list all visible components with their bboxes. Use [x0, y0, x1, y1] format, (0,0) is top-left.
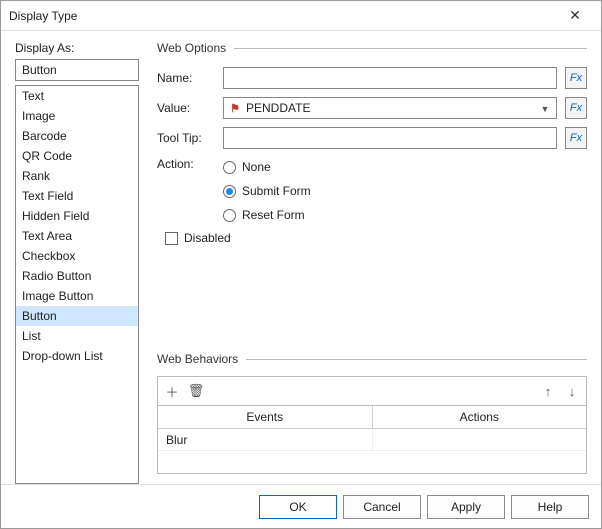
- web-behaviors-title: Web Behaviors: [157, 352, 238, 366]
- name-fx-button[interactable]: Fx: [565, 67, 587, 89]
- radio-icon: [223, 209, 236, 222]
- value-select[interactable]: ⚑ PENDDATE ▼: [223, 97, 557, 119]
- vertical-spacer: [157, 245, 587, 342]
- display-as-input[interactable]: Button: [15, 59, 139, 81]
- tooltip-input[interactable]: [223, 127, 557, 149]
- display-as-label: Display As:: [15, 41, 139, 55]
- name-label: Name:: [157, 71, 215, 85]
- display-as-item[interactable]: Text: [16, 86, 138, 106]
- disabled-label: Disabled: [184, 231, 231, 245]
- title-bar: Display Type ✕: [1, 1, 601, 31]
- trash-icon: 🗑: [188, 383, 205, 399]
- close-button[interactable]: ✕: [557, 3, 593, 29]
- action-row: Action: None Submit Form Reset Form: [157, 157, 587, 225]
- behaviors-header: Events Actions: [158, 406, 586, 429]
- display-as-item[interactable]: Drop-down List: [16, 346, 138, 366]
- arrow-down-icon: ↓: [569, 384, 576, 399]
- close-icon: ✕: [569, 7, 581, 24]
- dialog-footer: OK Cancel Apply Help: [1, 484, 601, 528]
- display-as-item[interactable]: Image: [16, 106, 138, 126]
- web-options-title: Web Options: [157, 41, 226, 55]
- behaviors-rows: Blur: [158, 429, 586, 451]
- action-radio-group: None Submit Form Reset Form: [223, 157, 587, 225]
- bottom-pad: [157, 474, 587, 484]
- event-cell: Blur: [158, 429, 373, 450]
- web-behaviors-section: Web Behaviors ＋ 🗑 ↑ ↓: [157, 352, 587, 474]
- display-as-panel: Display As: Button TextImageBarcodeQR Co…: [15, 41, 139, 484]
- events-column-header[interactable]: Events: [158, 406, 373, 428]
- action-radio-option[interactable]: Reset Form: [223, 205, 587, 225]
- web-options-form: Name: Fx Value: ⚑ PENDDATE ▼ Fx Tool Tip…: [157, 65, 587, 151]
- radio-label: Submit Form: [242, 184, 311, 198]
- display-type-dialog: Display Type ✕ Display As: Button TextIm…: [0, 0, 602, 529]
- move-up-button[interactable]: ↑: [538, 381, 558, 401]
- action-radio-option[interactable]: Submit Form: [223, 181, 587, 201]
- radio-label: None: [242, 160, 271, 174]
- radio-icon: [223, 185, 236, 198]
- display-as-item[interactable]: Text Area: [16, 226, 138, 246]
- display-as-item[interactable]: Rank: [16, 166, 138, 186]
- group-divider: [234, 48, 587, 49]
- cancel-button[interactable]: Cancel: [343, 495, 421, 519]
- display-as-item[interactable]: List: [16, 326, 138, 346]
- display-as-item[interactable]: Button: [16, 306, 138, 326]
- value-selected-text: PENDDATE: [246, 101, 310, 115]
- behaviors-empty-row: [158, 451, 586, 473]
- help-button[interactable]: Help: [511, 495, 589, 519]
- web-options-group: Web Options: [157, 41, 587, 55]
- name-input[interactable]: [223, 67, 557, 89]
- apply-button[interactable]: Apply: [427, 495, 505, 519]
- actions-column-header[interactable]: Actions: [373, 406, 587, 428]
- table-row[interactable]: Blur: [158, 429, 586, 451]
- delete-behavior-button[interactable]: 🗑: [186, 381, 206, 401]
- right-panel: Web Options Name: Fx Value: ⚑ PENDDATE ▼…: [157, 41, 587, 484]
- window-title: Display Type: [9, 9, 557, 23]
- display-as-item[interactable]: Text Field: [16, 186, 138, 206]
- action-cell: [373, 429, 587, 450]
- dialog-body: Display As: Button TextImageBarcodeQR Co…: [1, 31, 601, 484]
- behaviors-toolbar: ＋ 🗑 ↑ ↓: [157, 376, 587, 405]
- web-behaviors-group: Web Behaviors: [157, 352, 587, 366]
- radio-icon: [223, 161, 236, 174]
- action-label: Action:: [157, 157, 215, 225]
- display-as-item[interactable]: Image Button: [16, 286, 138, 306]
- disabled-row: Disabled: [157, 231, 587, 245]
- display-as-list[interactable]: TextImageBarcodeQR CodeRankText FieldHid…: [15, 85, 139, 484]
- display-as-item[interactable]: Barcode: [16, 126, 138, 146]
- behaviors-table: Events Actions Blur: [157, 405, 587, 474]
- move-down-button[interactable]: ↓: [562, 381, 582, 401]
- radio-label: Reset Form: [242, 208, 305, 222]
- value-fx-button[interactable]: Fx: [565, 97, 587, 119]
- display-as-item[interactable]: Checkbox: [16, 246, 138, 266]
- tooltip-fx-button[interactable]: Fx: [565, 127, 587, 149]
- add-behavior-button[interactable]: ＋: [162, 381, 182, 401]
- group-divider: [246, 359, 587, 360]
- display-as-input-value: Button: [22, 63, 57, 77]
- display-as-item[interactable]: Hidden Field: [16, 206, 138, 226]
- display-as-item[interactable]: Radio Button: [16, 266, 138, 286]
- chevron-down-icon: ▼: [536, 100, 554, 118]
- display-as-item[interactable]: QR Code: [16, 146, 138, 166]
- value-label: Value:: [157, 101, 215, 115]
- tooltip-label: Tool Tip:: [157, 131, 215, 145]
- plus-icon: ＋: [165, 382, 178, 401]
- action-radio-option[interactable]: None: [223, 157, 587, 177]
- arrow-up-icon: ↑: [545, 384, 552, 399]
- disabled-checkbox[interactable]: [165, 232, 178, 245]
- value-flag-icon: ⚑: [228, 101, 242, 115]
- ok-button[interactable]: OK: [259, 495, 337, 519]
